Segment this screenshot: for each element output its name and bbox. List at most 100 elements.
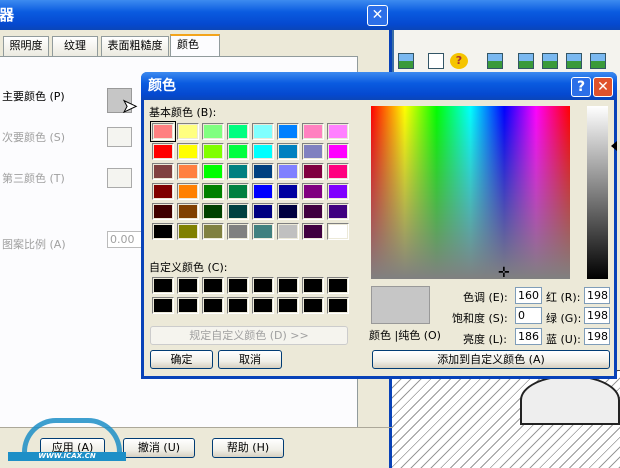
basic-color-swatch[interactable] — [177, 223, 199, 240]
color-dialog-title: 颜色 — [148, 78, 176, 94]
image-icon[interactable] — [487, 53, 503, 69]
help-button[interactable]: 帮助 (H) — [212, 438, 284, 458]
tab-lighting[interactable]: 照明度 — [3, 36, 49, 56]
tab-texture[interactable]: 纹理 — [52, 36, 98, 56]
basic-color-swatch[interactable] — [327, 183, 349, 200]
tab-roughness[interactable]: 表面粗糙度 — [101, 36, 169, 56]
basic-color-swatch[interactable] — [302, 163, 324, 180]
add-to-custom-colors-button[interactable]: 添加到自定义颜色 (A) — [372, 350, 610, 369]
basic-color-swatch[interactable] — [202, 123, 224, 140]
custom-color-swatch[interactable] — [252, 277, 274, 294]
color-solid-label[interactable]: 颜色 |纯色 (O) — [369, 327, 441, 343]
define-custom-colors-button[interactable]: 规定自定义颜色 (D) >> — [150, 326, 348, 345]
basic-color-swatch[interactable] — [177, 123, 199, 140]
close-button[interactable]: ✕ — [367, 5, 388, 26]
red-input[interactable]: 198 — [584, 287, 610, 304]
blue-input[interactable]: 198 — [584, 328, 610, 345]
basic-color-swatch[interactable] — [277, 123, 299, 140]
basic-color-swatch[interactable] — [177, 183, 199, 200]
tab-color[interactable]: 颜色 — [170, 34, 220, 56]
basic-color-swatch[interactable] — [252, 183, 274, 200]
custom-color-swatch[interactable] — [327, 297, 349, 314]
basic-color-swatch[interactable] — [152, 163, 174, 180]
basic-color-swatch[interactable] — [227, 223, 249, 240]
custom-color-swatch[interactable] — [177, 297, 199, 314]
basic-color-swatch[interactable] — [177, 203, 199, 220]
ok-button[interactable]: 确定 — [150, 350, 213, 369]
basic-color-swatch[interactable] — [252, 123, 274, 140]
custom-color-swatch[interactable] — [302, 277, 324, 294]
custom-color-swatch[interactable] — [227, 277, 249, 294]
custom-color-swatch[interactable] — [152, 297, 174, 314]
basic-color-swatch[interactable] — [152, 203, 174, 220]
custom-color-swatch[interactable] — [202, 277, 224, 294]
secondary-color-swatch[interactable] — [107, 127, 132, 147]
render-icon[interactable] — [398, 53, 414, 69]
basic-color-swatch[interactable] — [302, 143, 324, 160]
basic-color-swatch[interactable] — [302, 203, 324, 220]
basic-color-swatch[interactable] — [327, 123, 349, 140]
basic-color-swatch[interactable] — [227, 143, 249, 160]
help-icon[interactable]: ? — [450, 53, 468, 69]
custom-color-swatch[interactable] — [277, 277, 299, 294]
basic-color-swatch[interactable] — [252, 163, 274, 180]
basic-color-swatch[interactable] — [302, 183, 324, 200]
basic-color-swatch[interactable] — [277, 223, 299, 240]
basic-color-swatch[interactable] — [327, 143, 349, 160]
basic-color-swatch[interactable] — [252, 203, 274, 220]
hue-input[interactable]: 160 — [515, 287, 542, 304]
image-icon[interactable] — [542, 53, 558, 69]
luminance-bar[interactable] — [587, 106, 608, 279]
color-spectrum[interactable] — [371, 106, 570, 279]
basic-color-swatch[interactable] — [327, 163, 349, 180]
basic-color-swatch[interactable] — [277, 163, 299, 180]
custom-color-swatch[interactable] — [302, 297, 324, 314]
basic-color-swatch[interactable] — [202, 183, 224, 200]
custom-color-swatch[interactable] — [202, 297, 224, 314]
custom-color-swatch[interactable] — [327, 277, 349, 294]
list-icon[interactable] — [428, 53, 444, 69]
custom-color-swatch[interactable] — [277, 297, 299, 314]
basic-color-swatch[interactable] — [150, 121, 176, 142]
basic-color-swatch[interactable] — [152, 183, 174, 200]
basic-color-swatch[interactable] — [277, 203, 299, 220]
cancel-button[interactable]: 取消 — [218, 350, 282, 369]
color-dialog-close-button[interactable]: ✕ — [593, 77, 613, 97]
image-icon[interactable] — [518, 53, 534, 69]
basic-color-swatch[interactable] — [302, 123, 324, 140]
basic-color-swatch[interactable] — [152, 223, 174, 240]
basic-color-swatch[interactable] — [202, 143, 224, 160]
basic-color-swatch[interactable] — [302, 223, 324, 240]
basic-color-swatch[interactable] — [227, 203, 249, 220]
image-icon[interactable] — [566, 53, 582, 69]
green-input[interactable]: 198 — [584, 307, 610, 324]
custom-color-swatch[interactable] — [227, 297, 249, 314]
luminance-arrow-icon[interactable] — [611, 141, 617, 151]
custom-color-swatch[interactable] — [152, 277, 174, 294]
blue-label: 蓝 (U): — [546, 333, 581, 346]
basic-color-swatch[interactable] — [252, 143, 274, 160]
undo-button[interactable]: 撤消 (U) — [123, 438, 195, 458]
saturation-input[interactable]: 0 — [515, 307, 542, 324]
basic-color-swatch[interactable] — [177, 163, 199, 180]
basic-color-swatch[interactable] — [327, 203, 349, 220]
help-title-button[interactable]: ? — [571, 77, 591, 97]
custom-color-swatch[interactable] — [252, 297, 274, 314]
custom-color-swatch[interactable] — [177, 277, 199, 294]
basic-color-swatch[interactable] — [202, 163, 224, 180]
basic-color-swatch[interactable] — [227, 123, 249, 140]
basic-color-swatch[interactable] — [277, 183, 299, 200]
luminance-input[interactable]: 186 — [515, 328, 542, 345]
basic-color-swatch[interactable] — [202, 223, 224, 240]
third-color-swatch[interactable] — [107, 168, 132, 188]
crosshair-icon[interactable]: ✛ — [498, 266, 510, 280]
basic-color-swatch[interactable] — [227, 183, 249, 200]
basic-color-swatch[interactable] — [202, 203, 224, 220]
basic-color-swatch[interactable] — [227, 163, 249, 180]
image-icon[interactable] — [590, 53, 606, 69]
basic-color-swatch[interactable] — [327, 223, 349, 240]
basic-color-swatch[interactable] — [277, 143, 299, 160]
basic-color-swatch[interactable] — [252, 223, 274, 240]
basic-color-swatch[interactable] — [177, 143, 199, 160]
basic-color-swatch[interactable] — [152, 143, 174, 160]
